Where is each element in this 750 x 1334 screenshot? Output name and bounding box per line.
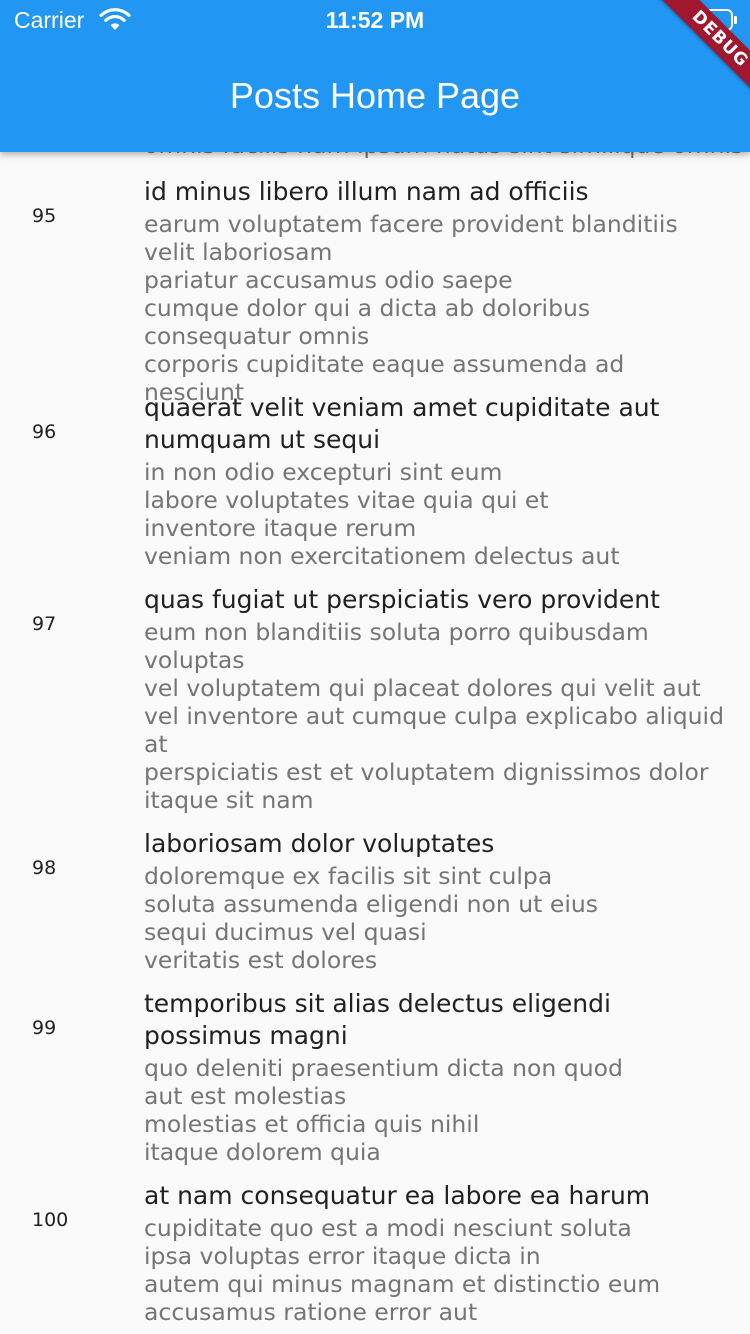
post-body: doloremque ex facilis sit sint culpa sol…: [144, 862, 598, 974]
post-id: 96: [32, 421, 57, 443]
post-title: id minus libero illum nam ad officiis: [144, 177, 589, 206]
post-title: laboriosam dolor voluptates: [144, 829, 495, 858]
page-title: Posts Home Page: [229, 75, 521, 116]
app-bar: Carrier 11:52 PM Posts Home Page: [0, 0, 750, 152]
post-body: eum non blanditiis soluta porro quibusda…: [144, 618, 724, 814]
post-id: 95: [32, 205, 57, 227]
posts-list[interactable]: omnis facilis nam ipsum natus sint simil…: [0, 0, 750, 1334]
post-id: 98: [32, 857, 57, 879]
post-title: quaerat velit veniam amet cupiditate aut…: [144, 393, 660, 454]
screen: omnis facilis nam ipsum natus sint simil…: [0, 0, 750, 1334]
post-body: earum voluptatem facere provident blandi…: [144, 210, 678, 406]
post-title: quas fugiat ut perspiciatis vero provide…: [144, 585, 660, 614]
post-title: at nam consequatur ea labore ea harum: [144, 1181, 651, 1210]
status-bar: Carrier 11:52 PM: [0, 0, 750, 40]
clock: 11:52 PM: [325, 7, 425, 33]
post-body: cupiditate quo est a modi nesciunt solut…: [144, 1214, 661, 1326]
post-id: 99: [32, 1017, 57, 1039]
post-body: in non odio excepturi sint eum labore vo…: [144, 458, 620, 570]
post-id: 97: [32, 613, 57, 635]
post-body: quo deleniti praesentium dicta non quod …: [144, 1054, 623, 1166]
post-id: 100: [32, 1209, 69, 1231]
post-title: temporibus sit alias delectus eligendi p…: [144, 989, 611, 1050]
